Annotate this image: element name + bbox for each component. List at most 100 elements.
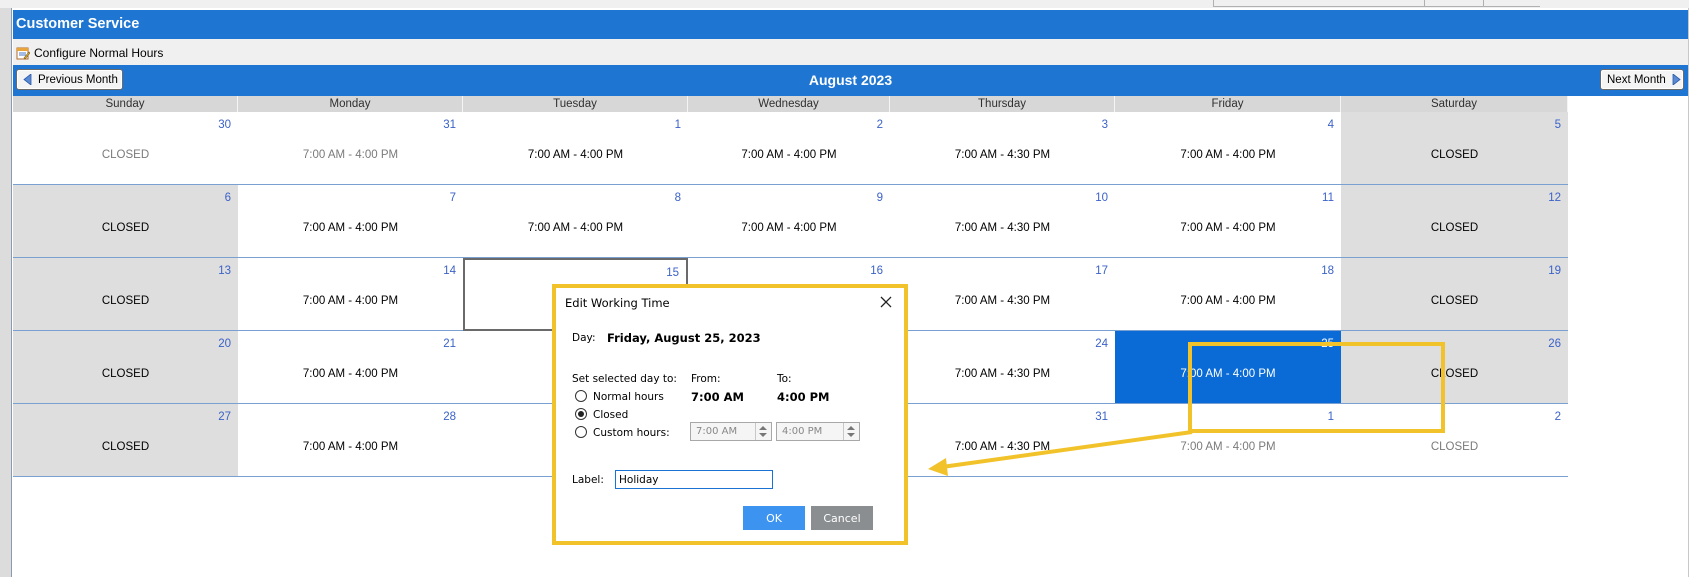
label-field-label: Label: <box>572 474 604 486</box>
day-hours: 7:00 AM - 4:30 PM <box>954 295 1051 307</box>
day-number: 19 <box>1548 265 1561 277</box>
day-name-saturday: Saturday <box>1341 96 1568 112</box>
day-name-wednesday: Wednesday <box>688 96 890 112</box>
calendar-day-cell[interactable]: 3 7:00 AM - 4:30 PM <box>890 112 1115 185</box>
day-hours: 7:00 AM - 4:00 PM <box>1180 368 1276 380</box>
ok-button[interactable]: OK <box>743 506 805 530</box>
day-name-monday: Monday <box>238 96 463 112</box>
calendar-day-cell[interactable]: 18 7:00 AM - 4:00 PM <box>1115 258 1341 331</box>
day-number: 16 <box>870 265 883 277</box>
day-hours: 7:00 AM - 4:00 PM <box>527 149 624 161</box>
calendar-day-cell[interactable]: 1 7:00 AM - 4:00 PM <box>1115 404 1341 477</box>
calendar-day-cell[interactable]: 28 7:00 AM - 4:00 PM <box>238 404 463 477</box>
day-number: 3 <box>1101 119 1108 131</box>
custom-to-spinner[interactable]: 4:00 PM <box>776 422 860 441</box>
from-label: From: <box>691 373 721 385</box>
calendar-day-cell[interactable]: 27 CLOSED <box>13 404 238 477</box>
day-hours: 7:00 AM - 4:00 PM <box>741 149 837 161</box>
day-hours: 7:00 AM - 4:00 PM <box>302 441 399 453</box>
calendar-day-cell[interactable]: 9 7:00 AM - 4:00 PM <box>688 185 890 258</box>
calendar-day-cell[interactable]: 5 CLOSED <box>1341 112 1568 185</box>
custom-hours-radio[interactable] <box>575 426 587 438</box>
calendar-day-cell[interactable]: 26 CLOSED <box>1341 331 1568 404</box>
day-number: 15 <box>666 267 679 279</box>
day-number: 6 <box>224 192 231 204</box>
day-number: 5 <box>1554 119 1561 131</box>
day-number: 9 <box>876 192 883 204</box>
day-hours: 7:00 AM - 4:00 PM <box>527 222 624 234</box>
calendar-day-cell[interactable]: 10 7:00 AM - 4:30 PM <box>890 185 1115 258</box>
next-month-label: Next Month <box>1607 73 1666 86</box>
day-hours: CLOSED <box>101 441 150 453</box>
day-number: 31 <box>1095 411 1108 423</box>
day-hours: 7:00 AM - 4:00 PM <box>1180 441 1276 453</box>
calendar-day-cell[interactable]: 31 7:00 AM - 4:00 PM <box>238 112 463 185</box>
calendar-day-cell[interactable]: 30 CLOSED <box>13 112 238 185</box>
calendar-day-cell[interactable]: 2 7:00 AM - 4:00 PM <box>688 112 890 185</box>
calendar-day-cell[interactable]: 8 7:00 AM - 4:00 PM <box>463 185 688 258</box>
day-number: 2 <box>876 119 883 131</box>
closed-radio[interactable] <box>575 408 587 420</box>
calendar-day-cell[interactable]: 6 CLOSED <box>13 185 238 258</box>
label-input[interactable] <box>615 470 773 489</box>
day-hours: 7:00 AM - 4:00 PM <box>302 149 399 161</box>
normal-from-value: 7:00 AM <box>691 390 744 404</box>
month-title: August 2023 <box>808 72 893 88</box>
day-hours: 7:00 AM - 4:00 PM <box>1180 222 1276 234</box>
day-name-sunday: Sunday <box>13 96 238 112</box>
day-hours: CLOSED <box>1430 368 1479 380</box>
left-rail <box>0 8 12 577</box>
previous-month-button[interactable]: Previous Month <box>16 69 123 90</box>
next-month-button[interactable]: Next Month <box>1600 69 1684 90</box>
cancel-button[interactable]: Cancel <box>811 506 873 530</box>
spinner-arrows[interactable] <box>755 423 771 440</box>
calendar-day-cell[interactable]: 4 7:00 AM - 4:00 PM <box>1115 112 1341 185</box>
calendar-day-cell[interactable]: 13 CLOSED <box>13 258 238 331</box>
normal-hours-label: Normal hours <box>593 391 664 403</box>
edit-working-time-dialog: Edit Working Time Day: Friday, August 25… <box>556 288 904 541</box>
day-number: 2 <box>1554 411 1561 423</box>
day-name-tuesday: Tuesday <box>463 96 688 112</box>
day-number: 8 <box>674 192 681 204</box>
normal-hours-radio[interactable] <box>575 390 587 402</box>
normal-to-value: 4:00 PM <box>777 390 830 404</box>
calendar-day-cell[interactable]: 2 CLOSED <box>1341 404 1568 477</box>
day-number: 12 <box>1548 192 1561 204</box>
day-number: 13 <box>218 265 231 277</box>
day-hours: 7:00 AM - 4:00 PM <box>741 222 837 234</box>
calendar-day-cell[interactable]: 21 7:00 AM - 4:00 PM <box>238 331 463 404</box>
calendar-day-cell[interactable]: 11 7:00 AM - 4:00 PM <box>1115 185 1341 258</box>
custom-from-spinner[interactable]: 7:00 AM <box>690 422 772 441</box>
radio-selected-dot <box>578 411 584 417</box>
configure-normal-hours-label: Configure Normal Hours <box>34 45 164 60</box>
calendar-day-cell[interactable]: 31 7:00 AM - 4:30 PM <box>890 404 1115 477</box>
calendar-day-cell[interactable]: 12 CLOSED <box>1341 185 1568 258</box>
day-hours: CLOSED <box>101 222 150 234</box>
day-hours: CLOSED <box>1430 149 1479 161</box>
calendar-day-cell[interactable]: 17 7:00 AM - 4:30 PM <box>890 258 1115 331</box>
day-hours: 7:00 AM - 4:00 PM <box>302 222 399 234</box>
day-hours: CLOSED <box>101 295 150 307</box>
calendar-day-cell[interactable]: 25 7:00 AM - 4:00 PM <box>1115 331 1341 404</box>
day-hours: 7:00 AM - 4:30 PM <box>954 441 1051 453</box>
calendar-day-cell[interactable]: 24 7:00 AM - 4:30 PM <box>890 331 1115 404</box>
calendar-day-cell[interactable]: 14 7:00 AM - 4:00 PM <box>238 258 463 331</box>
day-value: Friday, August 25, 2023 <box>607 331 761 345</box>
day-number: 31 <box>443 119 456 131</box>
day-label: Day: <box>572 332 596 344</box>
day-number: 25 <box>1321 338 1334 350</box>
day-hours: 7:00 AM - 4:00 PM <box>1180 295 1276 307</box>
close-icon[interactable] <box>878 294 894 310</box>
toolbar: Configure Normal Hours <box>13 39 1688 65</box>
day-number: 30 <box>218 119 231 131</box>
day-hours: CLOSED <box>1430 222 1479 234</box>
spinner-arrows[interactable] <box>843 423 859 440</box>
day-number: 11 <box>1322 192 1334 204</box>
calendar-day-cell[interactable]: 20 CLOSED <box>13 331 238 404</box>
calendar-day-cell[interactable]: 19 CLOSED <box>1341 258 1568 331</box>
calendar-day-cell[interactable]: 1 7:00 AM - 4:00 PM <box>463 112 688 185</box>
day-name-header: Sunday Monday Tuesday Wednesday Thursday Frid… <box>13 96 1688 112</box>
configure-normal-hours-button[interactable]: Configure Normal Hours <box>16 44 163 61</box>
dialog-title: Edit Working Time <box>565 296 670 310</box>
calendar-day-cell[interactable]: 7 7:00 AM - 4:00 PM <box>238 185 463 258</box>
